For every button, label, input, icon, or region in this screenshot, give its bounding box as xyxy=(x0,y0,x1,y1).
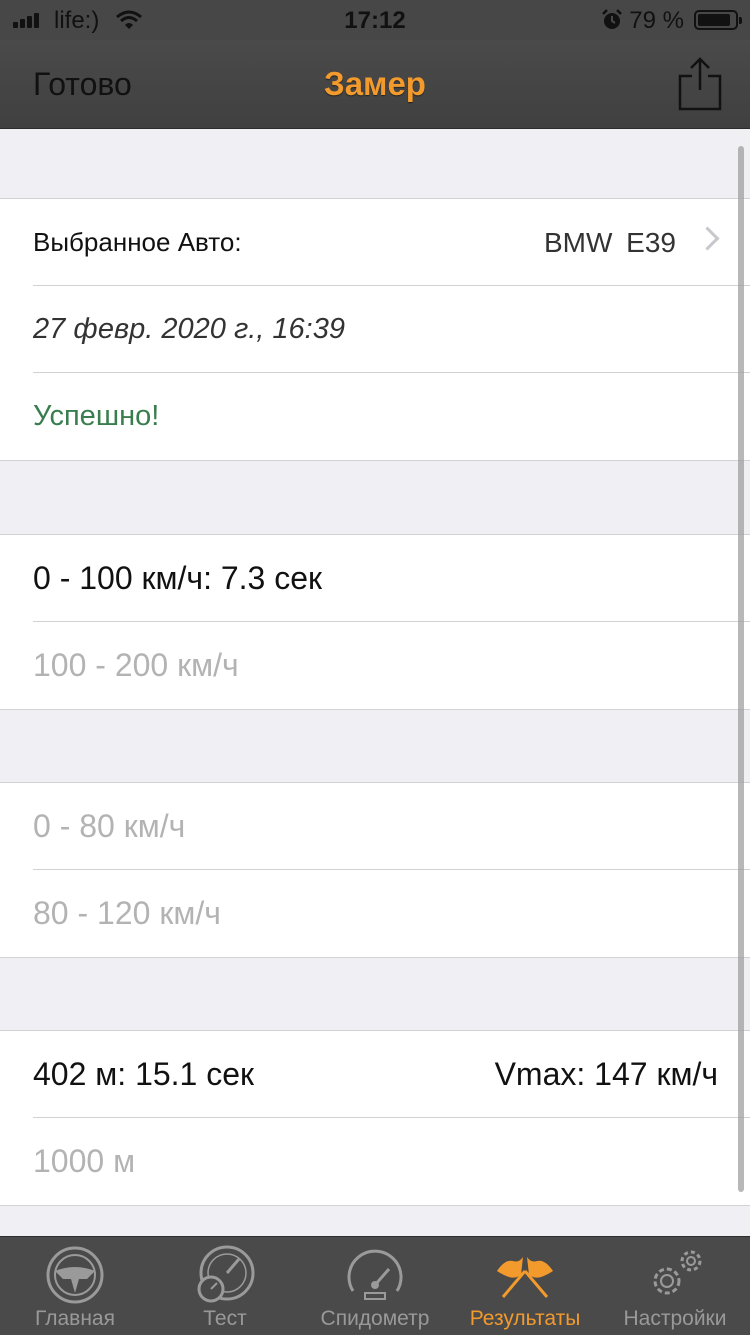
result-1000m: 1000 м xyxy=(33,1143,136,1179)
result-80-120: 80 - 120 км/ч xyxy=(33,895,221,931)
result-row[interactable]: 0 - 80 км/ч xyxy=(0,783,750,870)
tab-speedometer[interactable]: Спидометр xyxy=(300,1237,450,1335)
tab-home[interactable]: Главная xyxy=(0,1237,150,1335)
battery-icon xyxy=(694,10,742,30)
result-vmax: Vmax: 147 км/ч xyxy=(494,1056,718,1092)
result-100-200: 100 - 200 км/ч xyxy=(33,647,239,683)
status-text: Успешно! xyxy=(33,400,160,432)
result-row[interactable]: 402 м: 15.1 сек Vmax: 147 км/ч xyxy=(0,1031,750,1118)
result-row[interactable]: 0 - 100 км/ч: 7.3 сек xyxy=(0,535,750,622)
tab-test[interactable]: Тест xyxy=(150,1237,300,1335)
acceleration-section: 0 - 100 км/ч: 7.3 сек 100 - 200 км/ч xyxy=(0,534,750,710)
tab-label: Результаты xyxy=(469,1307,581,1330)
tab-label: Главная xyxy=(35,1307,115,1330)
measurement-date: 27 февр. 2020 г., 16:39 xyxy=(33,313,345,345)
status-bar: life:) 17:12 79 % xyxy=(0,0,750,40)
status-row: Успешно! xyxy=(0,372,750,460)
result-row[interactable]: 100 - 200 км/ч xyxy=(0,621,750,709)
tab-label: Спидометр xyxy=(320,1307,430,1330)
navigation-bar: Готово Замер xyxy=(0,40,750,129)
car-info-section: Выбранное Авто: BMW E39 27 февр. 2020 г.… xyxy=(0,198,750,461)
tab-label: Настройки xyxy=(623,1307,727,1330)
battery-percentage: 79 % xyxy=(629,7,684,34)
steering-wheel-icon xyxy=(46,1246,104,1304)
checkered-flags-icon xyxy=(497,1257,553,1298)
scrollbar[interactable] xyxy=(738,146,744,1192)
chevron-right-icon xyxy=(695,226,720,251)
result-row[interactable]: 80 - 120 км/ч xyxy=(0,869,750,957)
distance-section: 402 м: 15.1 сек Vmax: 147 км/ч 1000 м xyxy=(0,1030,750,1206)
tab-results[interactable]: Результаты xyxy=(450,1237,600,1335)
tab-settings[interactable]: Настройки xyxy=(600,1237,750,1335)
date-row: 27 февр. 2020 г., 16:39 xyxy=(0,285,750,373)
acceleration-section-2: 0 - 80 км/ч 80 - 120 км/ч xyxy=(0,782,750,958)
share-icon[interactable] xyxy=(676,56,724,112)
selected-car-value: BMW E39 xyxy=(543,227,676,258)
tab-label: Тест xyxy=(203,1307,247,1330)
page-title: Замер xyxy=(324,65,426,102)
alarm-icon xyxy=(602,9,622,29)
gauges-icon xyxy=(197,1245,255,1303)
result-0-80: 0 - 80 км/ч xyxy=(33,808,186,844)
result-row[interactable]: 1000 м xyxy=(0,1117,750,1205)
speedometer-icon xyxy=(347,1249,403,1300)
result-0-100: 0 - 100 км/ч: 7.3 сек xyxy=(33,560,323,596)
tab-bar: Главная Тест Спидометр Результаты Настро… xyxy=(0,1236,750,1335)
gears-icon xyxy=(653,1250,702,1295)
result-402m: 402 м: 15.1 сек xyxy=(33,1056,255,1092)
selected-car-label: Выбранное Авто: xyxy=(33,227,242,257)
selected-car-row[interactable]: Выбранное Авто: BMW E39 xyxy=(0,199,750,286)
